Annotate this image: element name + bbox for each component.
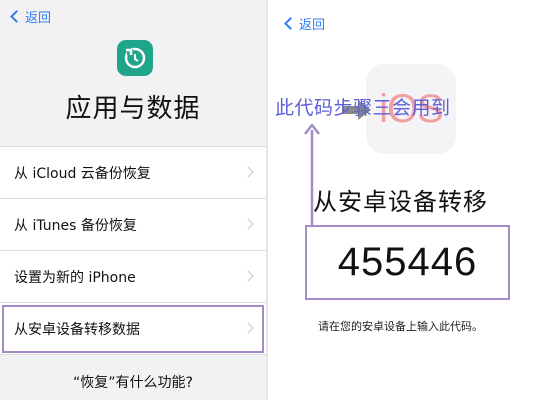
code-annotation: 此代码步骤三会用到 <box>275 97 451 119</box>
left-screen: 返回 应用与数据 从 iCloud 云备份恢复 从 iTunes 备份恢复 设置… <box>0 0 266 400</box>
restore-options-list: 从 iCloud 云备份恢复 从 iTunes 备份恢复 设置为新的 iPhon… <box>0 146 266 355</box>
transfer-code-box: 455446 <box>305 225 510 300</box>
page-title: 应用与数据 <box>65 94 201 124</box>
back-label: 返回 <box>299 18 326 33</box>
chevron-left-icon <box>10 10 23 23</box>
option-label: 从 iCloud 云备份恢复 <box>14 165 151 182</box>
option-label: 从 iTunes 备份恢复 <box>14 217 137 234</box>
restore-help-link[interactable]: “恢复”有什么功能? <box>0 372 266 392</box>
option-itunes-restore[interactable]: 从 iTunes 备份恢复 <box>0 199 266 251</box>
transfer-code: 455446 <box>337 240 478 284</box>
option-setup-new-iphone[interactable]: 设置为新的 iPhone <box>0 251 266 303</box>
option-icloud-restore[interactable]: 从 iCloud 云备份恢复 <box>0 147 266 199</box>
restore-icon <box>117 40 153 76</box>
option-label: 从安卓设备转移数据 <box>14 321 140 338</box>
back-button[interactable]: 返回 <box>8 7 51 26</box>
option-label: 设置为新的 iPhone <box>14 269 136 286</box>
back-button[interactable]: 返回 <box>282 14 325 33</box>
chevron-right-icon <box>242 322 254 334</box>
back-label: 返回 <box>25 11 52 26</box>
chevron-left-icon <box>284 17 297 30</box>
chevron-right-icon <box>242 218 254 230</box>
chevron-right-icon <box>242 166 254 178</box>
option-move-from-android[interactable]: 从安卓设备转移数据 <box>0 303 266 355</box>
screen-title: 从安卓设备转移 <box>313 188 488 216</box>
chevron-right-icon <box>242 270 254 282</box>
code-instruction: 请在您的安卓设备上输入此代码。 <box>318 320 483 333</box>
